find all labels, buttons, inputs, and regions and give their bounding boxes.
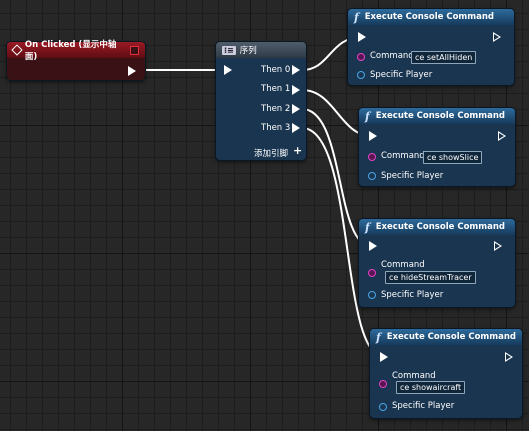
- command-1-player-label: Specific Player: [370, 70, 433, 80]
- command-node-4-header[interactable]: f Execute Console Command: [370, 329, 522, 345]
- then-2-pin[interactable]: [292, 104, 300, 114]
- sequence-node[interactable]: ⁝≡ 序列 Then 0 Then 1 Then 2 Then 3 添加引脚 +: [216, 42, 306, 160]
- command-node-2-title: Execute Console Command: [375, 111, 505, 121]
- then-0-label: Then 0: [261, 65, 291, 75]
- command-3-player-label: Specific Player: [381, 290, 444, 300]
- command-4-label: Command: [392, 371, 436, 381]
- on-clicked-event-node[interactable]: On Clicked (显示中轴面): [7, 40, 145, 80]
- command-node-2-header[interactable]: f Execute Console Command: [359, 108, 515, 124]
- command-3-exec-in-pin[interactable]: [369, 241, 377, 251]
- function-icon: f: [365, 109, 370, 123]
- event-node-header[interactable]: On Clicked (显示中轴面): [7, 40, 145, 62]
- command-2-input[interactable]: ce showSlice: [423, 151, 483, 164]
- command-2-exec-in-pin[interactable]: [369, 131, 377, 141]
- add-pin-label[interactable]: 添加引脚: [254, 147, 288, 159]
- command-1-exec-out-pin[interactable]: [493, 32, 501, 42]
- command-4-string-pin[interactable]: [379, 380, 387, 388]
- command-1-label: Command: [370, 51, 414, 61]
- command-2-exec-out-pin[interactable]: [498, 131, 506, 141]
- console-command-node-2[interactable]: f Execute Console Command Command ce sho…: [359, 108, 515, 186]
- command-4-exec-out-pin[interactable]: [505, 352, 513, 362]
- add-pin-plus-icon[interactable]: +: [293, 144, 302, 157]
- then-1-pin[interactable]: [292, 85, 300, 95]
- command-node-4-title: Execute Console Command: [386, 332, 516, 342]
- then-3-label: Then 3: [261, 123, 291, 133]
- command-2-string-pin[interactable]: [368, 153, 376, 161]
- command-1-input[interactable]: ce setAllHiden: [411, 51, 477, 64]
- event-exec-out-pin[interactable]: [128, 66, 136, 76]
- function-icon: f: [376, 330, 381, 344]
- command-node-1-title: Execute Console Command: [364, 12, 494, 22]
- event-diamond-icon: [11, 44, 23, 56]
- sequence-exec-in-pin[interactable]: [224, 65, 232, 75]
- console-command-node-4[interactable]: f Execute Console Command Command ce sho…: [370, 329, 522, 418]
- command-2-player-label: Specific Player: [381, 171, 444, 181]
- event-title: On Clicked (显示中轴面): [24, 40, 117, 62]
- command-3-player-pin[interactable]: [368, 291, 376, 299]
- delegate-pin-icon[interactable]: [130, 45, 139, 55]
- console-command-node-3[interactable]: f Execute Console Command Command ce hid…: [359, 219, 515, 307]
- sequence-node-header[interactable]: ⁝≡ 序列: [216, 42, 306, 58]
- then-0-pin[interactable]: [292, 65, 300, 75]
- function-icon: f: [354, 10, 359, 24]
- command-node-3-header[interactable]: f Execute Console Command: [359, 219, 515, 235]
- command-3-input[interactable]: ce hideStreamTracer: [385, 271, 476, 284]
- console-command-node-1[interactable]: f Execute Console Command Command ce set…: [348, 9, 514, 85]
- command-node-3-title: Execute Console Command: [375, 222, 505, 232]
- command-3-label: Command: [381, 260, 425, 270]
- command-3-string-pin[interactable]: [368, 269, 376, 277]
- command-3-exec-out-pin[interactable]: [494, 241, 502, 251]
- command-1-exec-in-pin[interactable]: [358, 32, 366, 42]
- then-2-label: Then 2: [261, 104, 291, 114]
- sequence-icon: ⁝≡: [222, 45, 236, 55]
- sequence-title: 序列: [239, 46, 257, 56]
- command-1-player-pin[interactable]: [357, 71, 365, 79]
- then-1-label: Then 1: [261, 84, 291, 94]
- command-4-player-pin[interactable]: [379, 403, 387, 411]
- command-1-string-pin[interactable]: [357, 53, 365, 61]
- command-4-exec-in-pin[interactable]: [380, 352, 388, 362]
- command-2-player-pin[interactable]: [368, 172, 376, 180]
- then-3-pin[interactable]: [292, 123, 300, 133]
- command-4-input[interactable]: ce showaircraft: [396, 381, 466, 394]
- command-node-1-header[interactable]: f Execute Console Command: [348, 9, 514, 25]
- command-2-label: Command: [381, 151, 425, 161]
- command-4-player-label: Specific Player: [392, 401, 455, 411]
- function-icon: f: [365, 220, 370, 234]
